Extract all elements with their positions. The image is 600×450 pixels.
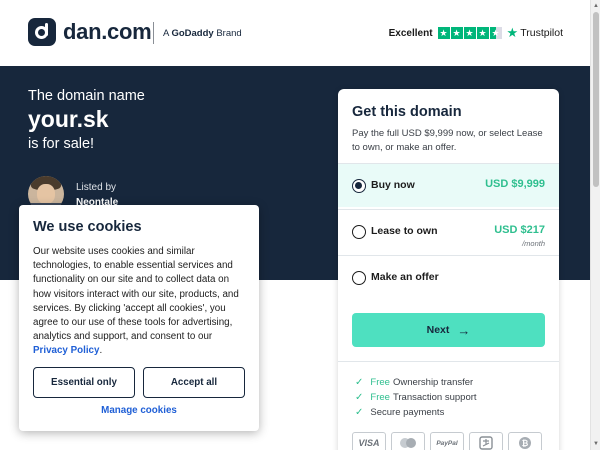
star-icon: ★ <box>476 27 489 39</box>
site-logo-text[interactable]: dan.com <box>63 19 152 45</box>
godaddy-brand-tag: A GoDaddy Brand <box>163 28 242 39</box>
check-icon: ✓ <box>355 407 364 418</box>
trustpilot-logo-text: Trustpilot <box>520 27 563 39</box>
listed-by-label: Listed by <box>76 182 117 193</box>
logo-divider <box>153 22 154 44</box>
feature-text: Secure payments <box>370 407 445 418</box>
brand-prefix: A <box>163 28 169 39</box>
check-icon: ✓ <box>355 392 364 403</box>
feature-text: Transaction support <box>392 392 477 403</box>
option-price: USD $217 <box>494 224 545 236</box>
star-icon: ★ <box>437 27 450 39</box>
option-lease-to-own[interactable]: Lease to own USD $217 /month <box>338 209 559 253</box>
cookie-consent-dialog: We use cookies Our website uses cookies … <box>19 205 259 431</box>
alipay-icon <box>469 432 503 450</box>
feature-free-tag: Free <box>370 392 390 403</box>
manage-cookies-link[interactable]: Manage cookies <box>19 405 259 416</box>
hero-intro: The domain name <box>28 88 145 104</box>
payment-methods: VISA PayPal ₿ <box>352 432 542 450</box>
paypal-icon: PayPal <box>430 432 464 450</box>
visa-icon: VISA <box>352 432 386 450</box>
bitcoin-icon: ₿ <box>508 432 542 450</box>
option-label: Buy now <box>371 179 415 191</box>
option-price-period: /month <box>522 239 545 248</box>
trustpilot-star-icon: ★ <box>506 25 519 40</box>
scroll-up-icon[interactable]: ▲ <box>592 2 600 10</box>
cookie-title: We use cookies <box>33 219 142 235</box>
svg-text:₿: ₿ <box>522 439 529 448</box>
radio-make-offer[interactable] <box>352 271 366 285</box>
trustpilot-logo: ★ Trustpilot <box>507 25 563 41</box>
cookie-body-text: Our website uses cookies and similar tec… <box>33 246 239 343</box>
accept-all-button[interactable]: Accept all <box>143 367 245 398</box>
scrollbar-thumb[interactable] <box>593 12 599 187</box>
check-icon: ✓ <box>355 377 364 388</box>
radio-lease-to-own[interactable] <box>352 225 366 239</box>
next-button[interactable]: Next → <box>352 313 545 347</box>
purchase-card: Get this domain Pay the full USD $9,999 … <box>338 89 559 450</box>
scroll-down-icon[interactable]: ▼ <box>592 440 600 448</box>
feature-text: Ownership transfer <box>392 377 474 388</box>
site-header: dan.com A GoDaddy Brand Excellent ★ ★ ★ … <box>0 0 590 66</box>
card-divider <box>338 361 559 362</box>
privacy-policy-link[interactable]: Privacy Policy <box>33 345 99 356</box>
mastercard-icon <box>391 432 425 450</box>
option-price: USD $9,999 <box>485 178 545 190</box>
trustpilot-stars: ★ ★ ★ ★ ★ <box>437 27 502 39</box>
star-icon: ★ <box>463 27 476 39</box>
trustpilot-rating-label: Excellent <box>388 27 433 39</box>
option-label: Lease to own <box>371 225 438 237</box>
feature-item: ✓ Secure payments <box>355 407 444 418</box>
next-button-label: Next <box>426 324 450 336</box>
arrow-right-icon: → <box>457 322 471 338</box>
hero-for-sale: is for sale! <box>28 136 95 152</box>
domain-name: your.sk <box>28 106 109 132</box>
brand-name: GoDaddy <box>171 28 214 39</box>
radio-buy-now[interactable] <box>352 179 366 193</box>
option-label: Make an offer <box>371 271 439 283</box>
feature-item: ✓ Free Ownership transfer <box>355 377 473 388</box>
cookie-body: Our website uses cookies and similar tec… <box>33 246 239 357</box>
brand-suffix: Brand <box>216 28 242 39</box>
card-title: Get this domain <box>352 104 462 120</box>
trustpilot-widget[interactable]: Excellent ★ ★ ★ ★ ★ ★ Trustpilot <box>388 25 563 41</box>
option-buy-now[interactable]: Buy now USD $9,999 <box>338 163 559 207</box>
feature-free-tag: Free <box>370 377 390 388</box>
essential-only-button[interactable]: Essential only <box>33 367 135 398</box>
page-scrollbar[interactable]: ▲ ▼ <box>590 0 600 450</box>
dan-logo-icon[interactable] <box>28 18 56 46</box>
half-star-icon: ★ <box>489 27 502 39</box>
feature-item: ✓ Free Transaction support <box>355 392 477 403</box>
card-description: Pay the full USD $9,999 now, or select L… <box>352 128 543 153</box>
option-make-offer[interactable]: Make an offer <box>338 255 559 299</box>
star-icon: ★ <box>450 27 463 39</box>
